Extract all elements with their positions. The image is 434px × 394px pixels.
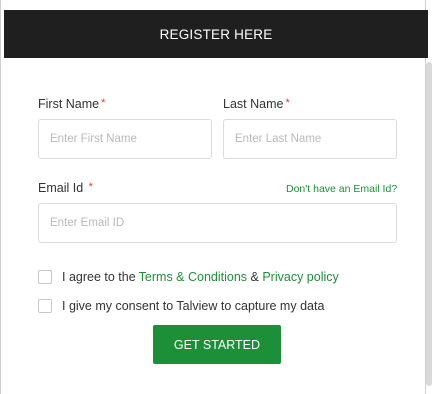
email-label: Email Id * bbox=[38, 181, 93, 195]
consent-row: I give my consent to Talview to capture … bbox=[38, 299, 324, 313]
last-name-label: Last Name * bbox=[223, 97, 290, 111]
terms-checkbox[interactable] bbox=[38, 270, 52, 284]
required-mark: * bbox=[101, 97, 106, 109]
consent-label: I give my consent to Talview to capture … bbox=[62, 299, 325, 313]
terms-row: I agree to the Terms & Conditions & Priv… bbox=[38, 270, 339, 284]
terms-prefix: I agree to the bbox=[62, 270, 136, 284]
last-name-input[interactable] bbox=[223, 119, 397, 159]
terms-link[interactable]: Terms & Conditions bbox=[139, 270, 247, 284]
get-started-button[interactable]: GET STARTED bbox=[153, 325, 281, 364]
register-header: REGISTER HERE bbox=[4, 10, 428, 58]
first-name-input[interactable] bbox=[38, 119, 212, 159]
page-title: REGISTER HERE bbox=[159, 26, 273, 42]
terms-joiner: & bbox=[247, 270, 263, 284]
privacy-link[interactable]: Privacy policy bbox=[262, 270, 338, 284]
scrollbar[interactable] bbox=[426, 62, 432, 386]
first-name-label: First Name * bbox=[38, 97, 106, 111]
required-mark: * bbox=[88, 181, 93, 193]
email-input[interactable] bbox=[38, 203, 397, 243]
no-email-link[interactable]: Don't have an Email Id? bbox=[286, 183, 397, 195]
required-mark: * bbox=[285, 97, 290, 109]
consent-checkbox[interactable] bbox=[38, 299, 52, 313]
